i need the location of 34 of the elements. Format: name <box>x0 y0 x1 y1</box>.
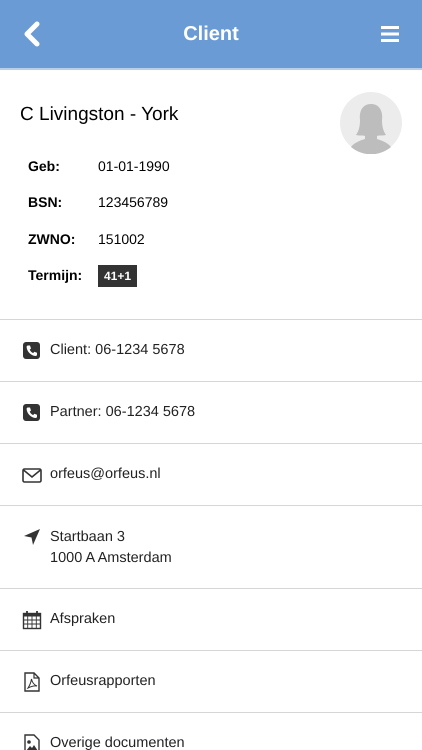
image-file-icon <box>22 734 42 750</box>
phone-icon <box>22 402 42 422</box>
field-label: BSN: <box>28 193 64 212</box>
list-item[interactable]: Afspraken <box>0 589 422 651</box>
phone-icon <box>22 340 42 360</box>
screen-title: Client <box>183 22 239 47</box>
field-label: Geb: <box>28 156 61 176</box>
field-label: ZWNO: <box>28 230 76 249</box>
location-arrow-icon <box>22 527 42 547</box>
calendar-icon <box>22 610 42 630</box>
item-text: 1000 A Amsterdam <box>50 549 172 568</box>
list-item[interactable]: Overige documenten <box>0 713 422 750</box>
avatar-icon <box>340 92 402 154</box>
back-icon[interactable] <box>22 21 42 47</box>
item-text: Startbaan 3 <box>50 528 126 547</box>
field-value: 01-01-1990 <box>98 156 170 176</box>
list-item[interactable]: Client: 06-1234 5678 <box>0 320 422 382</box>
item-text: Afspraken <box>50 610 116 629</box>
item-text: Orfeusrapporten <box>50 672 156 691</box>
item-text: Overige documenten <box>50 734 185 750</box>
list-item[interactable]: Partner: 06-1234 5678 <box>0 382 422 444</box>
field-value: 123456789 <box>98 193 168 212</box>
list-item[interactable]: orfeus@orfeus.nl <box>0 444 422 506</box>
list-item[interactable]: Startbaan 3 1000 A Amsterdam <box>0 506 422 589</box>
list-item[interactable]: Orfeusrapporten <box>0 651 422 713</box>
menu-icon[interactable] <box>380 25 400 43</box>
item-text: Client: 06-1234 5678 <box>50 341 185 360</box>
pdf-file-icon <box>22 672 42 692</box>
item-text: orfeus@orfeus.nl <box>50 465 161 484</box>
item-text: Partner: 06-1234 5678 <box>50 403 196 422</box>
field-value: 151002 <box>98 230 145 249</box>
field-label: Termijn: <box>28 266 84 286</box>
client-name: C Livingston - York <box>20 103 178 127</box>
term-badge: 41+1 <box>98 264 138 287</box>
